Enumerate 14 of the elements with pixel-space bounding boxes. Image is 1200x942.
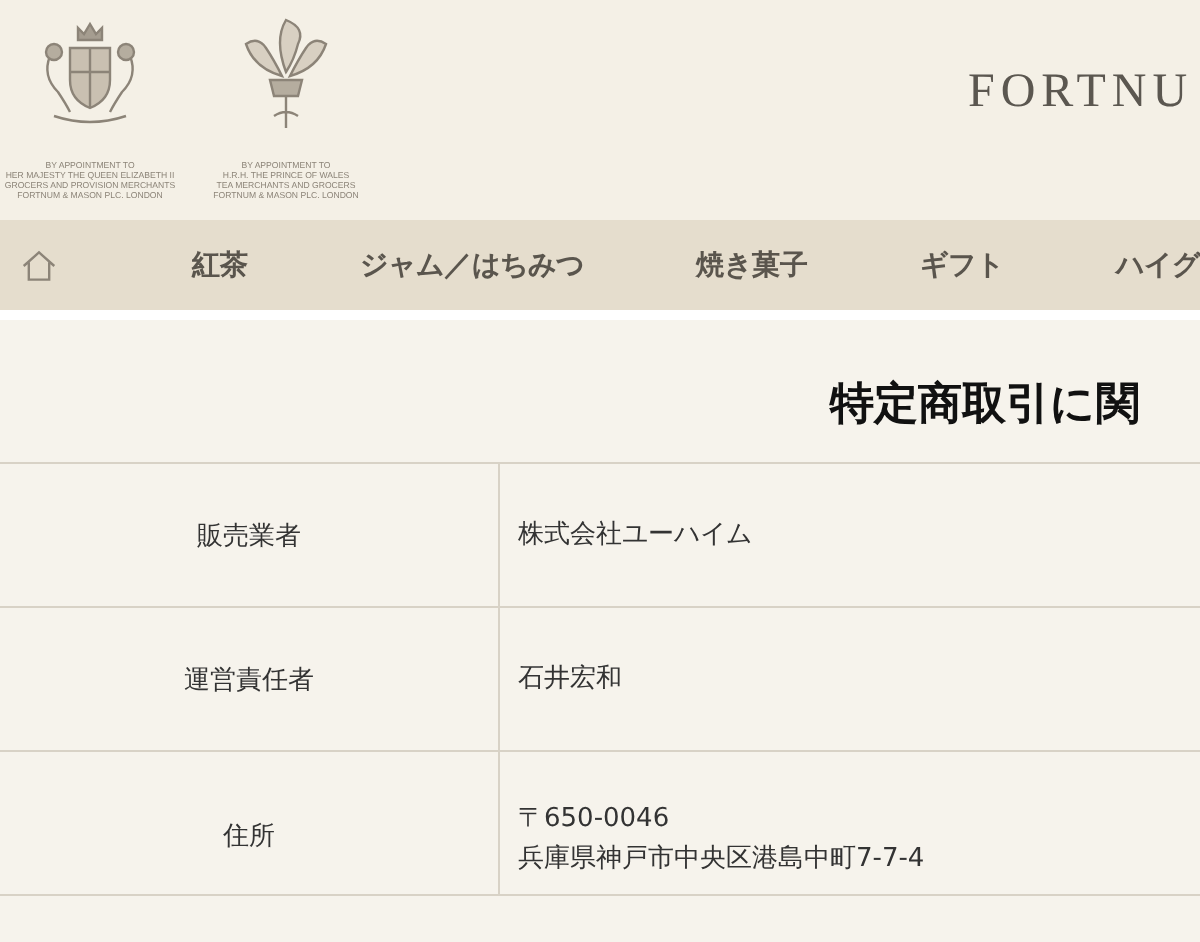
nav-link[interactable]: 焼き菓子	[696, 247, 808, 283]
table-cell-text: 〒650-0046 兵庫県神戸市中央区港島中町7-7-4	[516, 802, 925, 878]
nav-link[interactable]: 紅茶	[192, 247, 248, 283]
page-title: 特定商取引に関	[827, 377, 1142, 434]
table-cell-text: 石井宏和	[516, 661, 622, 697]
table-cell-text: 株式会社ユーハイム	[516, 517, 752, 553]
nav-link[interactable]: ハイグ	[1116, 247, 1200, 283]
table-cell: 住所	[0, 752, 500, 894]
table-cell: 運営責任者	[0, 608, 500, 750]
brand-logo[interactable]: FORTNU	[968, 66, 1194, 120]
home-icon[interactable]	[22, 247, 56, 283]
nav-link[interactable]: ジャム／はちみつ	[360, 247, 584, 283]
table-cell: 販売業者	[0, 464, 500, 606]
nav-link[interactable]: ギフト	[920, 247, 1004, 283]
